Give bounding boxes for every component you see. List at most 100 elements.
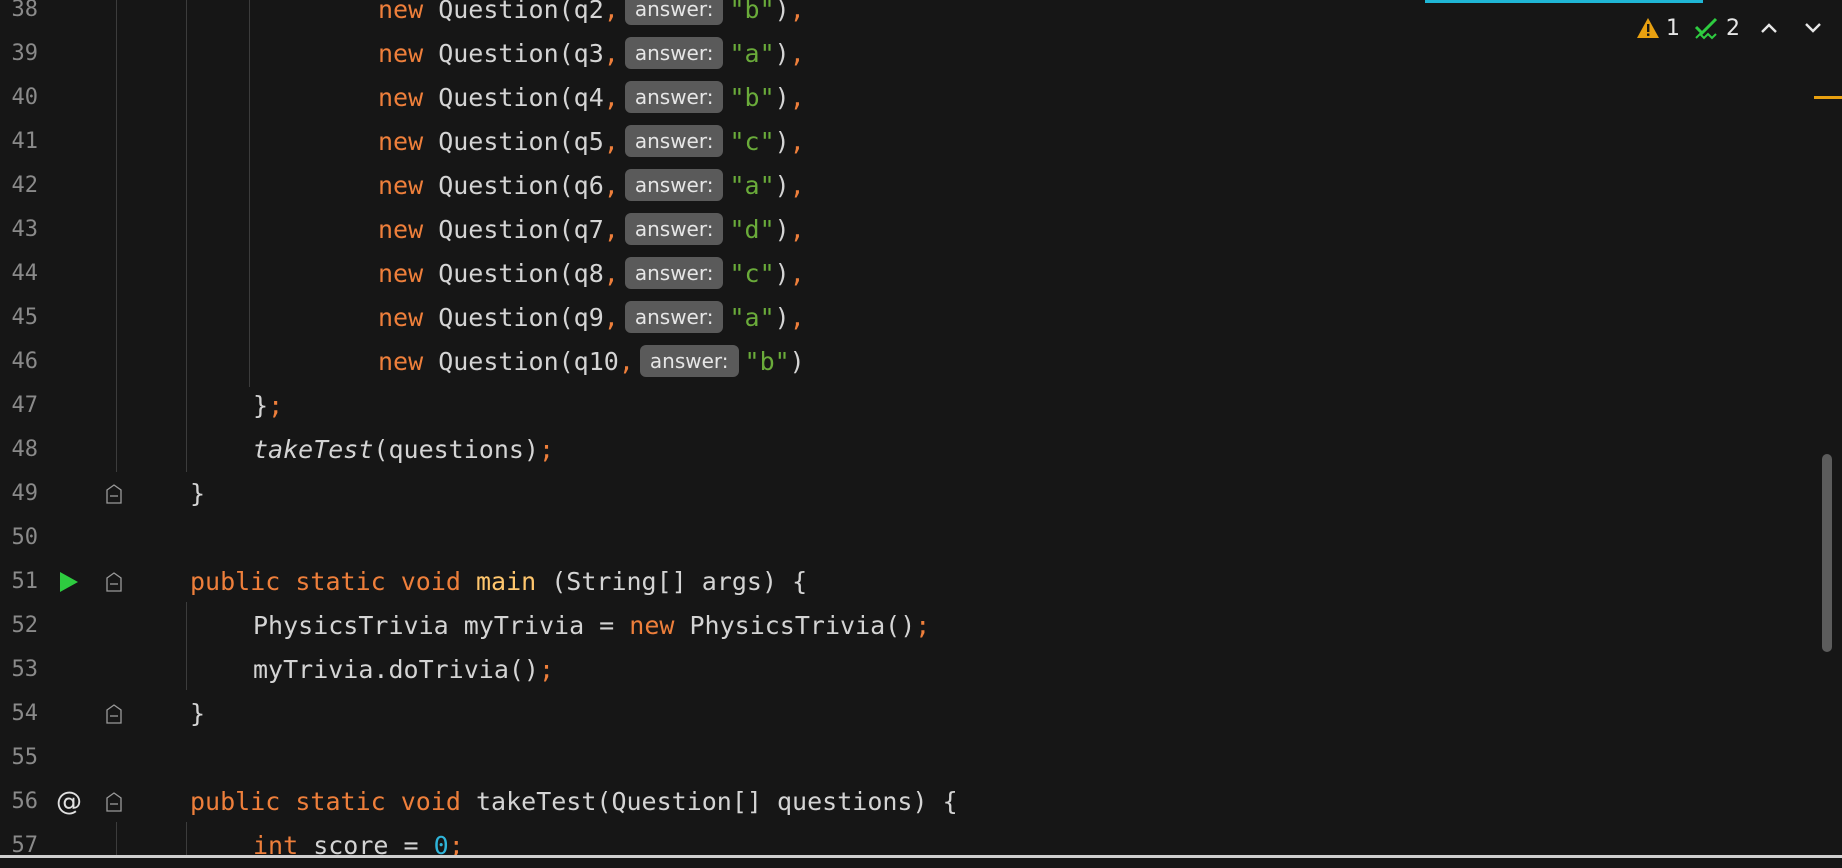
code-token: ) xyxy=(774,127,790,156)
warning-stripe-marker[interactable] xyxy=(1814,96,1842,99)
line-number[interactable]: 55 xyxy=(0,736,39,780)
code-line[interactable]: 57 int score = 0; xyxy=(0,824,1842,868)
warnings-counter[interactable]: 1 xyxy=(1636,16,1680,41)
code-line[interactable]: 52 PhysicsTrivia myTrivia = new PhysicsTr… xyxy=(0,604,1842,648)
code-line[interactable]: 49} xyxy=(0,472,1842,516)
line-number[interactable]: 50 xyxy=(0,516,39,560)
code-line[interactable]: 45 new Question(q9, answer: "a"), xyxy=(0,296,1842,340)
string-literal-token: "b" xyxy=(744,347,790,376)
parameter-name-hint: answer: xyxy=(624,301,724,333)
string-literal-token: "a" xyxy=(729,39,775,68)
line-number[interactable]: 52 xyxy=(0,604,39,648)
code-text[interactable]: new Question(q3, answer: "a"), xyxy=(378,32,805,76)
vertical-scrollbar-thumb[interactable] xyxy=(1822,454,1832,652)
line-number[interactable]: 48 xyxy=(0,428,39,472)
code-text[interactable]: new Question(q7, answer: "d"), xyxy=(378,208,805,252)
line-number[interactable]: 46 xyxy=(0,340,39,384)
code-line[interactable]: 40 new Question(q4, answer: "b"), xyxy=(0,76,1842,120)
line-number[interactable]: 42 xyxy=(0,164,39,208)
code-text[interactable]: } xyxy=(190,692,205,736)
code-text[interactable]: new Question(q6, answer: "a"), xyxy=(378,164,805,208)
code-text[interactable]: new Question(q2, answer: "b"), xyxy=(378,0,805,32)
static-call-token: takeTest xyxy=(253,435,374,464)
keyword-token: new xyxy=(378,215,424,244)
code-text[interactable]: new Question(q4, answer: "b"), xyxy=(378,76,805,120)
keyword-token: new xyxy=(378,303,424,332)
string-literal-token: "d" xyxy=(729,215,775,244)
line-number[interactable]: 51 xyxy=(0,560,39,604)
code-line[interactable]: 39 new Question(q3, answer: "a"), xyxy=(0,32,1842,76)
code-text[interactable]: public static void main (String[] args) … xyxy=(190,560,807,604)
weak-warnings-counter[interactable]: 2 xyxy=(1694,16,1740,41)
fold-toggle-icon[interactable] xyxy=(106,572,122,592)
line-number[interactable]: 38 xyxy=(0,0,39,32)
string-literal-token: "b" xyxy=(729,0,775,24)
code-text[interactable]: new Question(q10, answer: "b") xyxy=(378,340,805,384)
code-token: ) xyxy=(789,347,805,376)
code-line[interactable]: 54} xyxy=(0,692,1842,736)
line-number[interactable]: 53 xyxy=(0,648,39,692)
line-number[interactable]: 56 xyxy=(0,780,39,824)
code-editor[interactable]: 38 new Question(q2, answer: "b"), 39 new Ques… xyxy=(0,0,1842,860)
code-token: ) xyxy=(774,83,790,112)
code-text[interactable]: new Question(q8, answer: "c"), xyxy=(378,252,805,296)
code-line[interactable]: 51 public static void main (String[] args… xyxy=(0,560,1842,604)
line-number[interactable]: 41 xyxy=(0,120,39,164)
code-text[interactable]: PhysicsTrivia myTrivia = new PhysicsTriv… xyxy=(253,604,930,648)
code-text[interactable]: public static void takeTest(Question[] q… xyxy=(190,780,958,824)
code-text[interactable]: } xyxy=(190,472,205,516)
line-number[interactable]: 43 xyxy=(0,208,39,252)
code-token: PhysicsTrivia myTrivia = xyxy=(253,611,630,640)
line-number[interactable]: 40 xyxy=(0,76,39,120)
code-line[interactable]: 56 @ public static void takeTest(Question[… xyxy=(0,780,1842,824)
code-text[interactable]: takeTest(questions); xyxy=(253,428,554,472)
code-text[interactable]: new Question(q5, answer: "c"), xyxy=(378,120,805,164)
keyword-token: , xyxy=(789,39,805,68)
code-line[interactable]: 41 new Question(q5, answer: "c"), xyxy=(0,120,1842,164)
line-number[interactable]: 45 xyxy=(0,296,39,340)
code-line[interactable]: 53 myTrivia.doTrivia(); xyxy=(0,648,1842,692)
keyword-token: ; xyxy=(539,435,555,464)
parameter-name-hint: answer: xyxy=(624,0,724,25)
fold-toggle-icon[interactable] xyxy=(106,484,122,504)
fold-toggle-icon[interactable] xyxy=(106,792,122,812)
code-token: (String[] args) { xyxy=(536,567,808,596)
inspection-widget[interactable]: 1 2 xyxy=(1636,10,1828,46)
keyword-token: new xyxy=(378,259,424,288)
next-highlight-button[interactable] xyxy=(1798,13,1828,43)
fold-toggle-icon[interactable] xyxy=(106,704,122,724)
parameter-name-hint: answer: xyxy=(624,169,724,201)
line-number[interactable]: 49 xyxy=(0,472,39,516)
code-line[interactable]: 44 new Question(q8, answer: "c"), xyxy=(0,252,1842,296)
parameter-name-hint: answer: xyxy=(639,345,739,377)
code-token: takeTest(Question[] questions) { xyxy=(475,787,958,816)
code-text[interactable]: new Question(q9, answer: "a"), xyxy=(378,296,805,340)
keyword-token: new xyxy=(378,39,424,68)
previous-highlight-button[interactable] xyxy=(1754,13,1784,43)
code-token: } xyxy=(190,479,206,508)
implements-method-icon[interactable]: @ xyxy=(56,780,82,824)
code-line[interactable]: 48 takeTest(questions); xyxy=(0,428,1842,472)
code-line[interactable]: 42 new Question(q6, answer: "a"), xyxy=(0,164,1842,208)
line-number[interactable]: 57 xyxy=(0,824,39,868)
code-line[interactable]: 55 xyxy=(0,736,1842,780)
weak-warning-check-icon xyxy=(1694,17,1718,40)
keyword-token: new xyxy=(378,0,424,24)
code-line[interactable]: 38 new Question(q2, answer: "b"), xyxy=(0,0,1842,32)
code-text[interactable]: }; xyxy=(253,384,283,428)
code-line[interactable]: 46 new Question(q10, answer: "b") xyxy=(0,340,1842,384)
code-text[interactable]: myTrivia.doTrivia(); xyxy=(253,648,554,692)
line-number[interactable]: 54 xyxy=(0,692,39,736)
chevron-down-icon xyxy=(1805,23,1821,33)
line-number[interactable]: 39 xyxy=(0,32,39,76)
code-line[interactable]: 47}; xyxy=(0,384,1842,428)
line-number[interactable]: 47 xyxy=(0,384,39,428)
code-text[interactable]: int score = 0; xyxy=(253,824,464,868)
code-token: ) xyxy=(774,259,790,288)
parameter-name-hint: answer: xyxy=(624,37,724,69)
keyword-token: , xyxy=(603,259,619,288)
line-number[interactable]: 44 xyxy=(0,252,39,296)
code-line[interactable]: 43 new Question(q7, answer: "d"), xyxy=(0,208,1842,252)
run-icon[interactable] xyxy=(58,570,80,594)
code-line[interactable]: 50 xyxy=(0,516,1842,560)
